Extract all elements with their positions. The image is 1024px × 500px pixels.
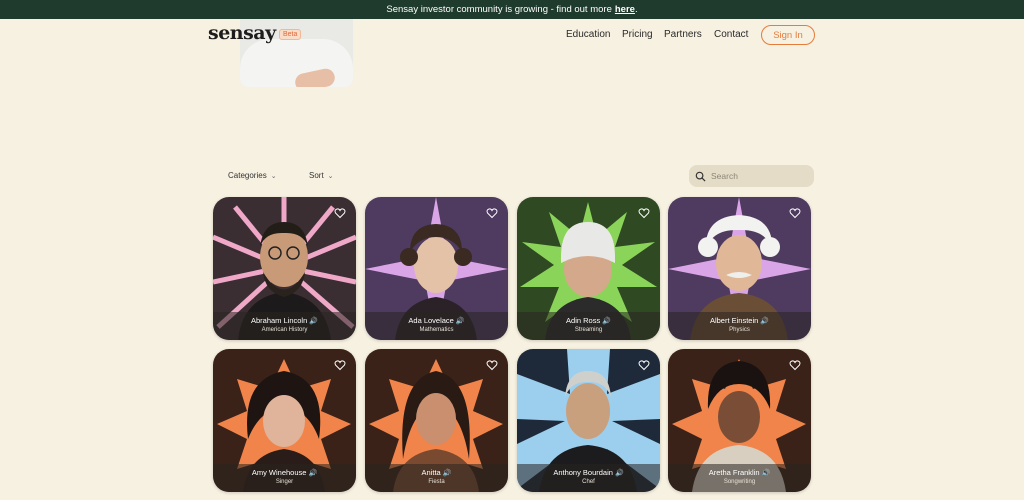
card-category: Chef <box>582 479 595 485</box>
speaker-icon[interactable]: 🔊 <box>456 318 465 325</box>
card-info: Anthony Bourdain 🔊 Chef <box>517 464 660 492</box>
speaker-icon[interactable]: 🔊 <box>443 470 452 477</box>
speaker-icon[interactable]: 🔊 <box>308 470 317 477</box>
card-category: Mathematics <box>419 327 454 333</box>
search-icon <box>695 171 706 182</box>
card-info: Amy Winehouse 🔊 Singer <box>213 464 356 492</box>
nav-pricing[interactable]: Pricing <box>622 29 653 40</box>
heart-icon[interactable] <box>486 359 498 371</box>
persona-card[interactable]: Anthony Bourdain 🔊 Chef <box>517 349 660 492</box>
logo[interactable]: sensay <box>208 22 276 44</box>
heart-icon[interactable] <box>638 207 650 219</box>
banner-text: Sensay investor community is growing - f… <box>386 4 612 15</box>
chevron-down-icon: ⌄ <box>327 172 334 180</box>
speaker-icon[interactable]: 🔊 <box>602 318 611 325</box>
heart-icon[interactable] <box>638 359 650 371</box>
persona-card[interactable]: Albert Einstein 🔊 Physics <box>668 197 811 340</box>
card-name: Albert Einstein 🔊 <box>709 316 770 325</box>
beta-badge: Beta <box>279 29 302 40</box>
card-info: Adin Ross 🔊 Streaming <box>517 312 660 340</box>
banner-link[interactable]: here <box>615 4 635 15</box>
card-name: Adin Ross 🔊 <box>566 316 611 325</box>
announcement-banner: Sensay investor community is growing - f… <box>0 0 1024 19</box>
chevron-down-icon: ⌄ <box>270 172 277 180</box>
categories-dropdown[interactable]: Categories ⌄ <box>228 171 277 180</box>
card-info: Anitta 🔊 Fiesta <box>365 464 508 492</box>
card-category: Streaming <box>574 327 603 333</box>
sort-label: Sort <box>309 171 324 180</box>
persona-card[interactable]: Ada Lovelace 🔊 Mathematics <box>365 197 508 340</box>
card-name: Aretha Franklin 🔊 <box>708 468 771 477</box>
persona-card[interactable]: Adin Ross 🔊 Streaming <box>517 197 660 340</box>
banner-period: . <box>634 4 638 15</box>
sort-dropdown[interactable]: Sort ⌄ <box>309 171 334 180</box>
card-name: Anitta 🔊 <box>421 468 452 477</box>
persona-card[interactable]: Abraham Lincoln 🔊 American History <box>213 197 356 340</box>
card-name: Amy Winehouse 🔊 <box>251 468 318 477</box>
search-box[interactable] <box>689 165 814 187</box>
card-category: Fiesta <box>428 479 445 485</box>
search-input[interactable] <box>711 171 811 181</box>
persona-card[interactable]: Amy Winehouse 🔊 Singer <box>213 349 356 492</box>
card-category: Songwriting <box>723 479 756 485</box>
nav-contact[interactable]: Contact <box>714 29 748 40</box>
heart-icon[interactable] <box>334 207 346 219</box>
speaker-icon[interactable]: 🔊 <box>760 318 769 325</box>
nav-education[interactable]: Education <box>566 29 610 40</box>
heart-icon[interactable] <box>789 207 801 219</box>
nav-partners[interactable]: Partners <box>664 29 702 40</box>
persona-card[interactable]: Aretha Franklin 🔊 Songwriting <box>668 349 811 492</box>
card-category: Singer <box>275 479 294 485</box>
card-name: Ada Lovelace 🔊 <box>408 316 465 325</box>
card-name: Anthony Bourdain 🔊 <box>553 468 624 477</box>
heart-icon[interactable] <box>789 359 801 371</box>
heart-icon[interactable] <box>334 359 346 371</box>
sign-in-button[interactable]: Sign In <box>761 25 815 45</box>
persona-card[interactable]: Anitta 🔊 Fiesta <box>365 349 508 492</box>
categories-label: Categories <box>228 171 267 180</box>
heart-icon[interactable] <box>486 207 498 219</box>
card-category: Physics <box>729 327 750 333</box>
speaker-icon[interactable]: 🔊 <box>762 470 771 477</box>
card-info: Aretha Franklin 🔊 Songwriting <box>668 464 811 492</box>
card-info: Ada Lovelace 🔊 Mathematics <box>365 312 508 340</box>
card-category: American History <box>261 327 308 333</box>
card-info: Albert Einstein 🔊 Physics <box>668 312 811 340</box>
speaker-icon[interactable]: 🔊 <box>615 470 624 477</box>
speaker-icon[interactable]: 🔊 <box>309 318 318 325</box>
card-info: Abraham Lincoln 🔊 American History <box>213 312 356 340</box>
card-name: Abraham Lincoln 🔊 <box>250 316 318 325</box>
